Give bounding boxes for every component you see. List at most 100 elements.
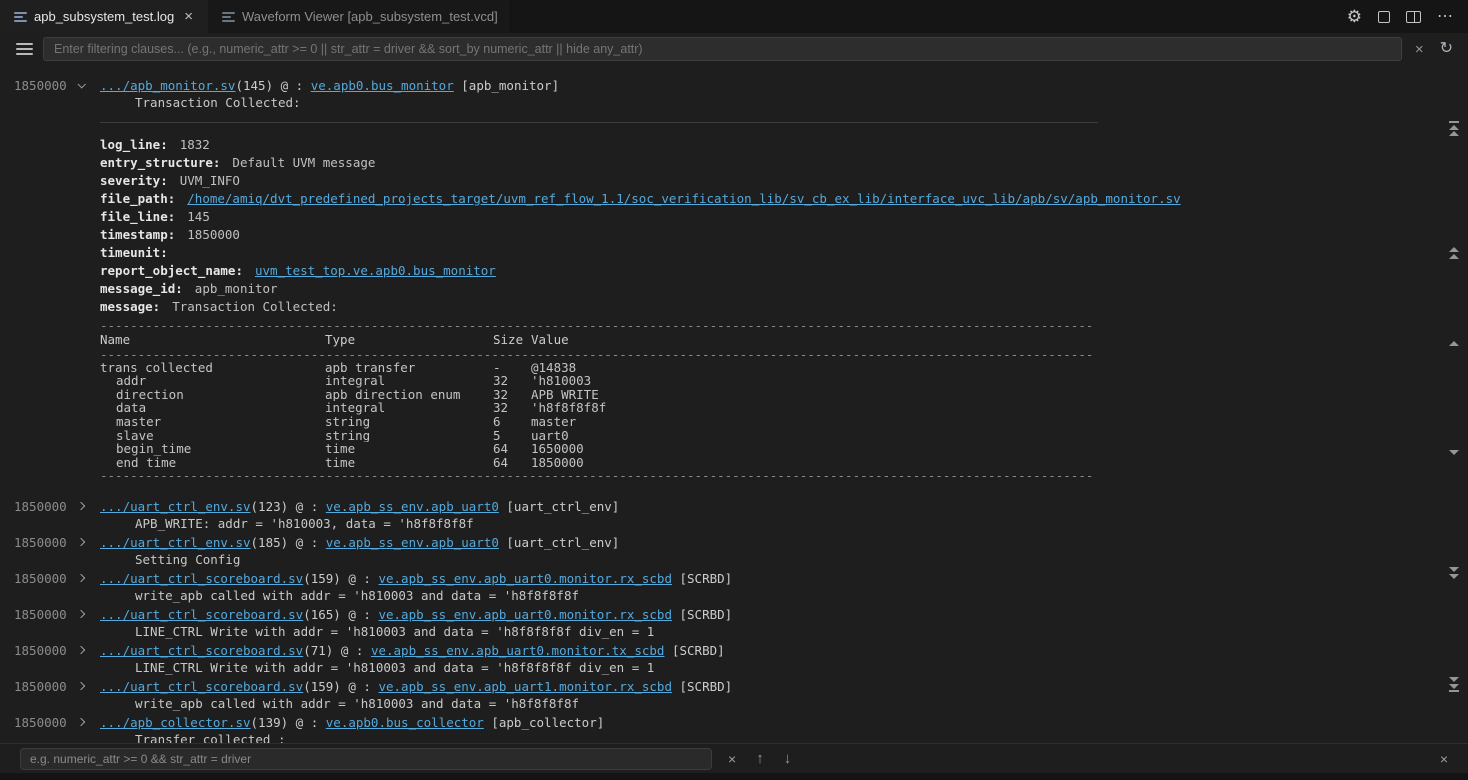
spacer-text (672, 571, 680, 586)
refresh-icon[interactable]: ↻ (1437, 41, 1456, 57)
row-value: @14838 (531, 361, 1092, 375)
line-number-text: (139) @ : (251, 715, 326, 730)
table-row: master string 6 master (100, 415, 1092, 429)
more-actions-icon[interactable]: ⋯ (1437, 9, 1454, 25)
component-tag: [SCRBD] (672, 643, 725, 658)
field-label: timestamp: (100, 227, 175, 242)
next-entry-button[interactable] (1445, 450, 1463, 455)
report-object-link[interactable]: ve.apb_ss_env.apb_uart0 (326, 499, 499, 514)
field-label: file_path: (100, 191, 175, 206)
filter-input[interactable] (43, 37, 1402, 61)
col-type: Type (325, 333, 493, 347)
row-type: string (325, 429, 493, 443)
close-tab-icon[interactable]: × (181, 8, 196, 25)
spacer-text (499, 535, 507, 550)
row-size: 64 (493, 442, 531, 456)
row-size: 6 (493, 415, 531, 429)
expand-chevron[interactable] (72, 539, 100, 545)
source-file-link[interactable]: .../apb_monitor.sv (100, 78, 235, 93)
report-object-link[interactable]: ve.apb_ss_env.apb_uart1.monitor.rx_scbd (378, 679, 672, 694)
timestamp: 1850000 (14, 571, 72, 586)
row-name: data (100, 401, 325, 415)
field-value-wrap: uvm_test_top.ve.apb0.bus_monitor (243, 263, 496, 278)
tab-waveform-viewer[interactable]: Waveform Viewer [apb_subsystem_test.vcd] (208, 0, 511, 33)
expand-chevron[interactable] (72, 611, 100, 617)
line-number-text: (71) @ : (303, 643, 371, 658)
field-label: timeunit: (100, 245, 168, 260)
collapse-chevron[interactable] (72, 82, 100, 88)
tab-waveform-viewer-label: Waveform Viewer [apb_subsystem_test.vcd] (242, 9, 498, 24)
clear-filter-icon[interactable]: × (1412, 42, 1427, 57)
component-tag: [uart_ctrl_env] (506, 499, 619, 514)
row-size: 64 (493, 456, 531, 470)
expand-chevron[interactable] (72, 647, 100, 653)
source-file-link[interactable]: .../uart_ctrl_scoreboard.sv (100, 643, 303, 658)
source-file-link[interactable]: .../uart_ctrl_scoreboard.sv (100, 679, 303, 694)
field-value (168, 245, 180, 260)
open-preview-icon[interactable] (1378, 11, 1390, 23)
scroll-to-bottom-button[interactable] (1445, 677, 1463, 692)
editor-actions: ⚙ ⋯ (1333, 0, 1468, 33)
row-type: string (325, 415, 493, 429)
expand-chevron[interactable] (72, 503, 100, 509)
tab-log-file-label: apb_subsystem_test.log (34, 9, 174, 24)
file-path-link[interactable]: /home/amiq/dvt_predefined_projects_targe… (187, 191, 1180, 206)
source-file-link[interactable]: .../apb_collector.sv (100, 715, 251, 730)
editor-tab-bar: apb_subsystem_test.log × Waveform Viewer… (0, 0, 1468, 33)
component-tag: [SCRBD] (680, 607, 733, 622)
previous-entry-button[interactable] (1445, 341, 1463, 346)
source-file-link[interactable]: .../uart_ctrl_env.sv (100, 535, 251, 550)
timestamp: 1850000 (14, 78, 72, 93)
scroll-to-top-button[interactable] (1445, 121, 1463, 136)
page-up-button[interactable] (1445, 247, 1463, 259)
expand-chevron[interactable] (72, 575, 100, 581)
col-name: Name (100, 333, 325, 347)
source-file-link[interactable]: .../uart_ctrl_env.sv (100, 499, 251, 514)
line-number-text: (145) @ : (235, 78, 310, 93)
log-entry-list: 1850000 .../uart_ctrl_env.sv(123) @ : ve… (0, 497, 1468, 743)
log-entry-header: 1850000 .../apb_monitor.sv(145) @ : ve.a… (0, 76, 1468, 94)
split-editor-icon[interactable] (1406, 11, 1421, 23)
find-input[interactable] (20, 748, 712, 770)
settings-gear-icon[interactable]: ⚙ (1347, 8, 1362, 25)
row-name: addr (100, 374, 325, 388)
log-message: Setting Config (135, 551, 1468, 569)
log-entry: 1850000 .../uart_ctrl_scoreboard.sv(159)… (0, 677, 1468, 713)
timestamp: 1850000 (14, 499, 72, 514)
expand-chevron[interactable] (72, 719, 100, 725)
row-type: apb_transfer (325, 361, 493, 375)
log-entry: 1850000 .../uart_ctrl_env.sv(123) @ : ve… (0, 497, 1468, 533)
find-next-icon[interactable]: ↓ (780, 750, 796, 767)
col-size: Size (493, 333, 531, 347)
source-file-link[interactable]: .../uart_ctrl_scoreboard.sv (100, 607, 303, 622)
expand-chevron[interactable] (72, 683, 100, 689)
log-entry: 1850000 .../uart_ctrl_scoreboard.sv(71) … (0, 641, 1468, 677)
menu-hamburger-icon[interactable] (16, 43, 33, 56)
clear-find-icon[interactable]: × (724, 751, 740, 767)
log-viewer-window: apb_subsystem_test.log × Waveform Viewer… (0, 0, 1468, 780)
report-object-link[interactable]: ve.apb0.bus_collector (326, 715, 484, 730)
field-value: apb_monitor (183, 281, 278, 296)
page-down-button[interactable] (1445, 567, 1463, 579)
report-object-link[interactable]: ve.apb_ss_env.apb_uart0 (326, 535, 499, 550)
close-find-bar-icon[interactable]: × (1436, 751, 1452, 767)
row-size: - (493, 361, 531, 375)
source-file-link[interactable]: .../uart_ctrl_scoreboard.sv (100, 571, 303, 586)
report-object-link[interactable]: ve.apb_ss_env.apb_uart0.monitor.rx_scbd (378, 571, 672, 586)
find-previous-icon[interactable]: ↑ (752, 750, 768, 767)
component-tag: [SCRBD] (680, 571, 733, 586)
chevron-right-icon (77, 574, 85, 582)
line-number-text: (159) @ : (303, 571, 378, 586)
line-number-text: (159) @ : (303, 679, 378, 694)
tab-log-file[interactable]: apb_subsystem_test.log × (0, 0, 208, 33)
report-object-link[interactable]: ve.apb0.bus_monitor (311, 78, 454, 93)
component-tag: [apb_monitor] (461, 78, 559, 93)
report-object-link[interactable]: ve.apb_ss_env.apb_uart0.monitor.rx_scbd (378, 607, 672, 622)
table-divider: ----------------------------------------… (100, 469, 1092, 482)
table-divider: ----------------------------------------… (100, 319, 1092, 332)
table-row: slave string 5 uart0 (100, 429, 1092, 443)
report-object-link[interactable]: ve.apb_ss_env.apb_uart0.monitor.tx_scbd (371, 643, 665, 658)
report-object-name-link[interactable]: uvm_test_top.ve.apb0.bus_monitor (255, 263, 496, 278)
field-value-wrap: /home/amiq/dvt_predefined_projects_targe… (175, 191, 1180, 206)
log-entry: 1850000 .../uart_ctrl_scoreboard.sv(165)… (0, 605, 1468, 641)
